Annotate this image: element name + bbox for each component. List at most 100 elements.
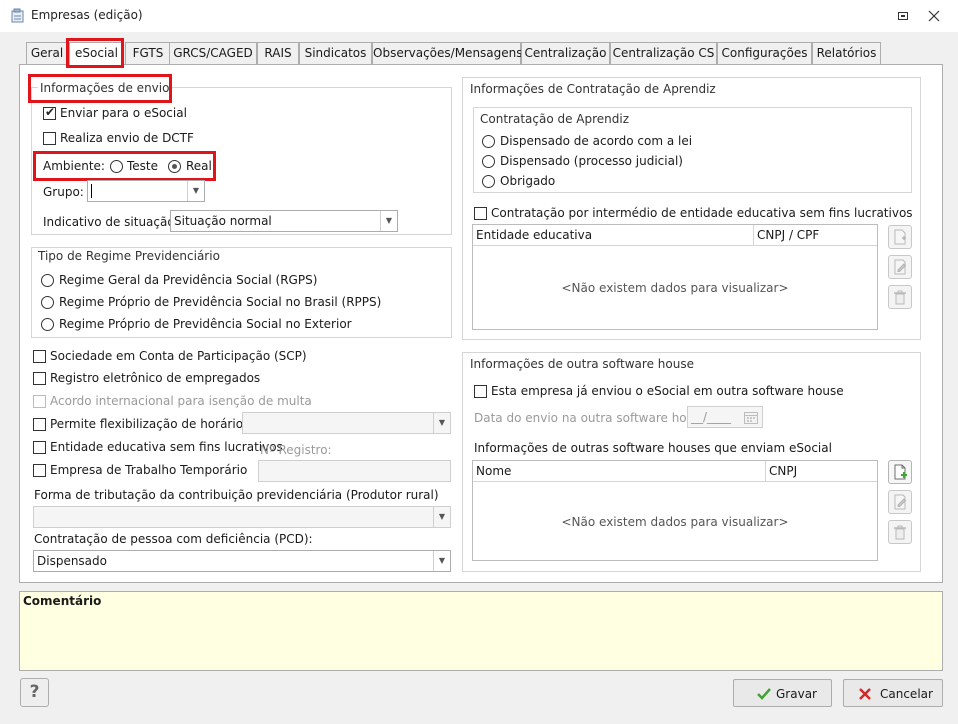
delete-software-button xyxy=(888,520,912,544)
entidade-checkbox[interactable] xyxy=(33,441,46,454)
checkmark-icon xyxy=(756,686,772,705)
exterior-label: Regime Próprio de Previdência Social no … xyxy=(59,317,352,331)
outras-label: Informações de outras software houses qu… xyxy=(474,441,832,455)
add-software-button[interactable] xyxy=(888,460,912,484)
situacao-value: Situação normal xyxy=(174,214,272,228)
entidade-label: Entidade educativa sem fins lucrativos xyxy=(50,440,283,454)
grid-header: Nome CNPJ xyxy=(473,461,877,482)
situacao-combo[interactable]: Situação normal ▼ xyxy=(170,210,398,232)
chevron-down-icon: ▼ xyxy=(433,413,450,433)
dctf-checkbox[interactable] xyxy=(43,132,56,145)
chevron-down-icon[interactable]: ▼ xyxy=(187,181,204,201)
dispensado-lei-radio[interactable] xyxy=(482,135,495,148)
tab-centralizacao-cs[interactable]: Centralização CS xyxy=(610,42,717,65)
help-button[interactable]: ? xyxy=(20,678,49,707)
rgps-label: Regime Geral da Previdência Social (RGPS… xyxy=(59,273,318,287)
chevron-down-icon[interactable]: ▼ xyxy=(433,551,450,571)
dispensado-lei-label: Dispensado de acordo com a lei xyxy=(500,134,693,148)
tab-configuracoes[interactable]: Configurações xyxy=(717,42,812,65)
grupo-combo[interactable]: ▼ xyxy=(87,180,205,202)
intermedio-checkbox[interactable] xyxy=(474,207,487,220)
empty-message: <Não existem dados para visualizar> xyxy=(561,515,789,529)
pcd-value: Dispensado xyxy=(37,554,107,568)
regime-title: Tipo de Regime Previdenciário xyxy=(38,249,220,263)
intermedio-label: Contratação por intermédio de entidade e… xyxy=(491,206,913,220)
enviar-checkbox[interactable]: ✔ xyxy=(43,105,56,120)
enviar-label: Enviar para o eSocial xyxy=(60,106,187,120)
gravar-button[interactable]: Gravar xyxy=(733,679,832,707)
chevron-down-icon[interactable]: ▼ xyxy=(380,211,397,231)
situacao-label: Indicativo de situação: xyxy=(43,215,179,229)
rpps-label: Regime Próprio de Previdência Social no … xyxy=(59,295,382,309)
app-icon xyxy=(10,8,26,24)
tab-relatorios[interactable]: Relatórios xyxy=(812,42,881,65)
tab-rais[interactable]: RAIS xyxy=(257,42,299,65)
edit-entidade-button xyxy=(888,255,912,279)
scp-checkbox[interactable] xyxy=(33,350,46,363)
tab-fgts[interactable]: FGTS xyxy=(125,42,171,65)
real-radio[interactable] xyxy=(168,160,181,173)
restore-icon[interactable] xyxy=(891,6,915,26)
calendar-icon xyxy=(743,409,759,428)
flexibilizacao-label: Permite flexibilização de horários xyxy=(50,417,250,431)
chevron-down-icon: ▼ xyxy=(433,507,450,527)
trabalho-checkbox[interactable] xyxy=(33,464,46,477)
grupo-label: Grupo: xyxy=(43,185,84,199)
edit-doc-icon xyxy=(894,259,907,275)
cancelar-button[interactable]: Cancelar xyxy=(843,679,943,707)
tab-centralizacao[interactable]: Centralização xyxy=(521,42,610,65)
data-envio-input: __/____ xyxy=(687,406,763,428)
entidade-grid[interactable]: Entidade educativa CNPJ / CPF <Não exist… xyxy=(472,224,878,330)
rpps-radio[interactable] xyxy=(41,296,54,309)
close-icon[interactable] xyxy=(922,6,946,26)
data-envio-value: __/____ xyxy=(691,410,732,424)
tab-sindicatos[interactable]: Sindicatos xyxy=(299,42,372,65)
tributacao-label: Forma de tributação da contribuição prev… xyxy=(34,488,439,502)
software-grid[interactable]: Nome CNPJ <Não existem dados para visual… xyxy=(472,460,878,561)
tab-observacoes[interactable]: Observações/Mensagens xyxy=(372,42,523,65)
aprendiz-title: Informações de Contratação de Aprendiz xyxy=(470,82,716,96)
obrigado-radio[interactable] xyxy=(482,175,495,188)
empty-message: <Não existem dados para visualizar> xyxy=(561,281,789,295)
trash-icon xyxy=(894,290,906,305)
data-envio-label: Data do envio na outra software house: xyxy=(474,411,712,425)
ambiente-label: Ambiente: xyxy=(43,159,105,173)
pcd-label: Contratação de pessoa com deficiência (P… xyxy=(34,532,313,546)
comentario-area[interactable]: Comentário xyxy=(19,591,943,671)
col-cnpj-cpf[interactable]: CNPJ / CPF xyxy=(754,225,877,246)
acordo-checkbox xyxy=(33,395,46,408)
dispensado-judicial-label: Dispensado (processo judicial) xyxy=(500,154,683,168)
highlight-tab xyxy=(66,38,124,68)
cancelar-label: Cancelar xyxy=(880,687,933,701)
enviou-label: Esta empresa já enviou o eSocial em outr… xyxy=(491,384,844,398)
rgps-radio[interactable] xyxy=(41,274,54,287)
nregistro-input xyxy=(258,460,451,482)
enviou-checkbox[interactable] xyxy=(474,385,487,398)
checkmark-icon: ✔ xyxy=(45,105,56,119)
add-doc-icon xyxy=(894,464,907,480)
col-entidade[interactable]: Entidade educativa xyxy=(473,225,754,246)
tab-geral[interactable]: Geral xyxy=(26,42,68,65)
add-doc-icon xyxy=(894,229,906,245)
col-nome[interactable]: Nome xyxy=(473,461,766,482)
trash-icon xyxy=(894,525,906,540)
dctf-label: Realiza envio de DCTF xyxy=(60,131,194,145)
teste-radio[interactable] xyxy=(110,160,123,173)
comentario-label: Comentário xyxy=(23,594,102,608)
registro-checkbox[interactable] xyxy=(33,372,46,385)
gravar-label: Gravar xyxy=(776,687,817,701)
real-label: Real xyxy=(186,159,212,173)
flexibilizacao-checkbox[interactable] xyxy=(33,418,46,431)
aprendiz-subtitle: Contratação de Aprendiz xyxy=(480,112,630,126)
dispensado-judicial-radio[interactable] xyxy=(482,155,495,168)
col-cnpj[interactable]: CNPJ xyxy=(766,461,877,482)
tab-grcs-caged[interactable]: GRCS/CAGED xyxy=(169,42,257,65)
edit-software-button xyxy=(888,490,912,514)
obrigado-label: Obrigado xyxy=(500,174,556,188)
highlight-envio xyxy=(28,74,172,103)
exterior-radio[interactable] xyxy=(41,318,54,331)
title-bar: Empresas (edição) xyxy=(0,0,958,32)
grid-header: Entidade educativa CNPJ / CPF xyxy=(473,225,877,246)
pcd-combo[interactable]: Dispensado ▼ xyxy=(33,550,451,572)
scp-label: Sociedade em Conta de Participação (SCP) xyxy=(50,349,307,363)
